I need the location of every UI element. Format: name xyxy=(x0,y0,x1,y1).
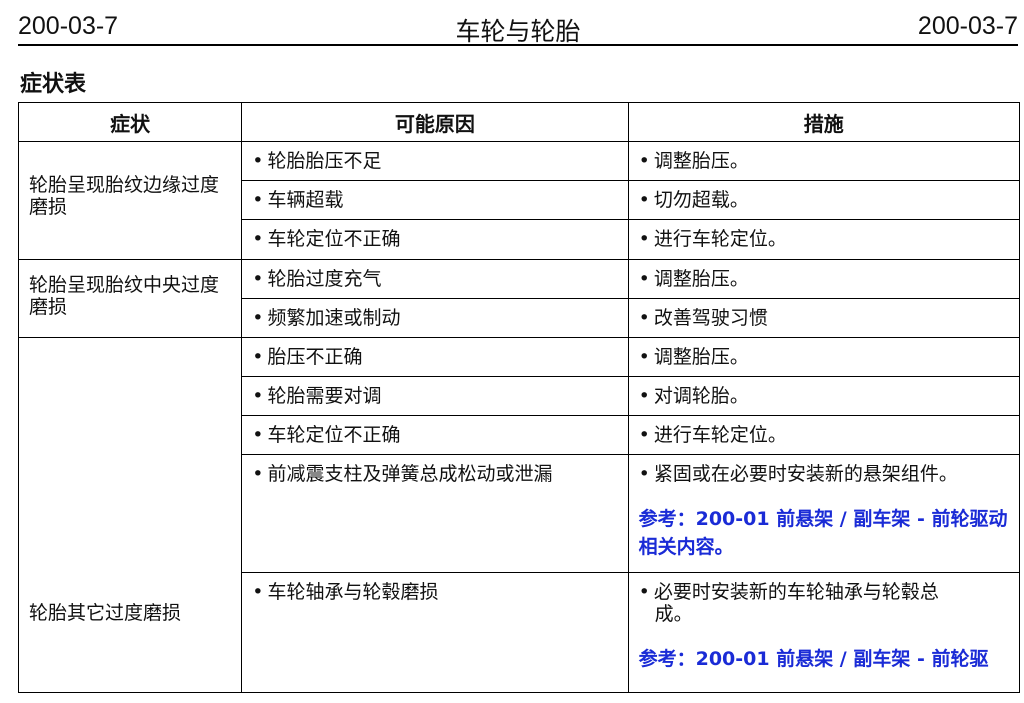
cause-cell: • 车轮定位不正确 xyxy=(241,415,629,455)
bullet: • xyxy=(252,307,264,329)
cause-text: 前减震支柱及弹簧总成松动或泄漏 xyxy=(267,463,553,485)
cause-text: 轮胎过度充气 xyxy=(267,268,382,290)
cause-text: 频繁加速或制动 xyxy=(267,307,401,329)
bullet: • xyxy=(638,307,650,329)
bullet: • xyxy=(252,385,264,407)
page-number-right: 200-03-7 xyxy=(917,12,1018,40)
page-chapter-title: 车轮与轮胎 xyxy=(455,17,581,46)
bullet: • xyxy=(252,424,264,446)
action-cell: • 调整胎压。 xyxy=(627,141,1021,181)
bullet: • xyxy=(638,346,650,368)
bullet: • xyxy=(252,268,264,290)
action-cell: • 必要时安装新的车轮轴承与轮毂总 成。 参考：200-01 前悬架 / 副车架 … xyxy=(627,572,1021,693)
action-text: 必要时安装新的车轮轴承与轮毂总 xyxy=(653,581,939,603)
action-cell: • 进行车轮定位。 xyxy=(627,219,1021,260)
symptom-table: 症状 可能原因 措施 轮胎呈现胎纹边缘过度磨损 • 轮胎胎压不足 • 调整胎压。 •… xyxy=(17,102,1021,693)
cause-cell: • 胎压不正确 xyxy=(241,337,629,377)
cause-cell: • 车轮定位不正确 xyxy=(241,219,629,260)
cause-cell: • 频繁加速或制动 xyxy=(241,298,629,338)
page-header: 200-03-7 车轮与轮胎 200-03-7 xyxy=(18,8,1018,46)
action-text: 对调轮胎。 xyxy=(653,385,749,407)
cause-cell: • 车辆超载 xyxy=(241,180,629,220)
bullet: • xyxy=(252,189,264,211)
cause-text: 车轮定位不正确 xyxy=(267,228,401,250)
cause-text: 轮胎需要对调 xyxy=(267,385,382,407)
action-cell: • 调整胎压。 xyxy=(627,337,1021,377)
action-text: 切勿超载。 xyxy=(653,189,749,211)
action-cell: • 改善驾驶习惯 xyxy=(627,298,1021,338)
action-text: 调整胎压。 xyxy=(653,268,749,290)
bullet: • xyxy=(252,581,264,603)
reference-link[interactable]: 参考：200-01 前悬架 / 副车架 - 前轮驱动相关内容。 xyxy=(639,505,1009,561)
bullet: • xyxy=(638,424,650,446)
action-text: 调整胎压。 xyxy=(653,150,749,172)
header-cause: 可能原因 xyxy=(241,102,629,142)
action-cell: • 切勿超载。 xyxy=(627,180,1021,220)
symptom-cell: 轮胎呈现胎纹中央过度磨损 xyxy=(17,259,243,338)
bullet: • xyxy=(252,150,264,172)
action-text: 改善驾驶习惯 xyxy=(653,307,768,329)
bullet: • xyxy=(638,581,650,603)
cause-text: 轮胎胎压不足 xyxy=(267,150,382,172)
reference-link[interactable]: 参考：200-01 前悬架 / 副车架 - 前轮驱 xyxy=(639,645,1009,673)
bullet: • xyxy=(638,385,650,407)
table-header-row: 症状 可能原因 措施 xyxy=(17,102,1021,142)
cause-cell: • 轮胎过度充气 xyxy=(241,259,629,299)
table-row: 轮胎呈现胎纹边缘过度磨损 • 轮胎胎压不足 • 调整胎压。 xyxy=(17,141,1021,260)
table-row: 轮胎呈现胎纹中央过度磨损 • 轮胎过度充气 • 调整胎压。 xyxy=(17,259,1021,338)
action-cell: • 紧固或在必要时安装新的悬架组件。 参考：200-01 前悬架 / 副车架 - … xyxy=(627,454,1021,573)
bullet: • xyxy=(252,228,264,250)
cause-cell: • 轮胎胎压不足 xyxy=(241,141,629,181)
header-symptom: 症状 xyxy=(17,102,243,142)
cause-text: 车轮定位不正确 xyxy=(267,424,401,446)
bullet: • xyxy=(638,150,650,172)
action-cell: • 对调轮胎。 xyxy=(627,376,1021,416)
cause-cell: • 轮胎需要对调 xyxy=(241,376,629,416)
bullet: • xyxy=(638,463,650,485)
bullet: • xyxy=(252,463,264,485)
cause-cell: • 车轮轴承与轮毂磨损 xyxy=(241,572,629,693)
table-row: 轮胎其它过度磨损 • 胎压不正确 • 调整胎压。 xyxy=(17,337,1021,693)
action-text: 进行车轮定位。 xyxy=(653,424,787,446)
bullet: • xyxy=(638,268,650,290)
section-title: 症状表 xyxy=(20,72,87,97)
cause-cell: • 前减震支柱及弹簧总成松动或泄漏 xyxy=(241,454,629,573)
bullet: • xyxy=(252,346,264,368)
symptom-cell: 轮胎呈现胎纹边缘过度磨损 xyxy=(17,141,243,260)
header-action: 措施 xyxy=(627,102,1021,142)
bullet: • xyxy=(638,189,650,211)
action-text-continued: 成。 xyxy=(654,603,693,625)
action-cell: • 调整胎压。 xyxy=(627,259,1021,299)
bullet: • xyxy=(638,228,650,250)
cause-text: 车轮轴承与轮毂磨损 xyxy=(267,581,439,603)
action-cell: • 进行车轮定位。 xyxy=(627,415,1021,455)
symptom-cell: 轮胎其它过度磨损 xyxy=(17,337,243,693)
cause-text: 车辆超载 xyxy=(267,189,344,211)
action-text: 进行车轮定位。 xyxy=(653,228,787,250)
cause-text: 胎压不正确 xyxy=(267,346,363,368)
action-text: 紧固或在必要时安装新的悬架组件。 xyxy=(653,463,958,485)
action-text: 调整胎压。 xyxy=(653,346,749,368)
